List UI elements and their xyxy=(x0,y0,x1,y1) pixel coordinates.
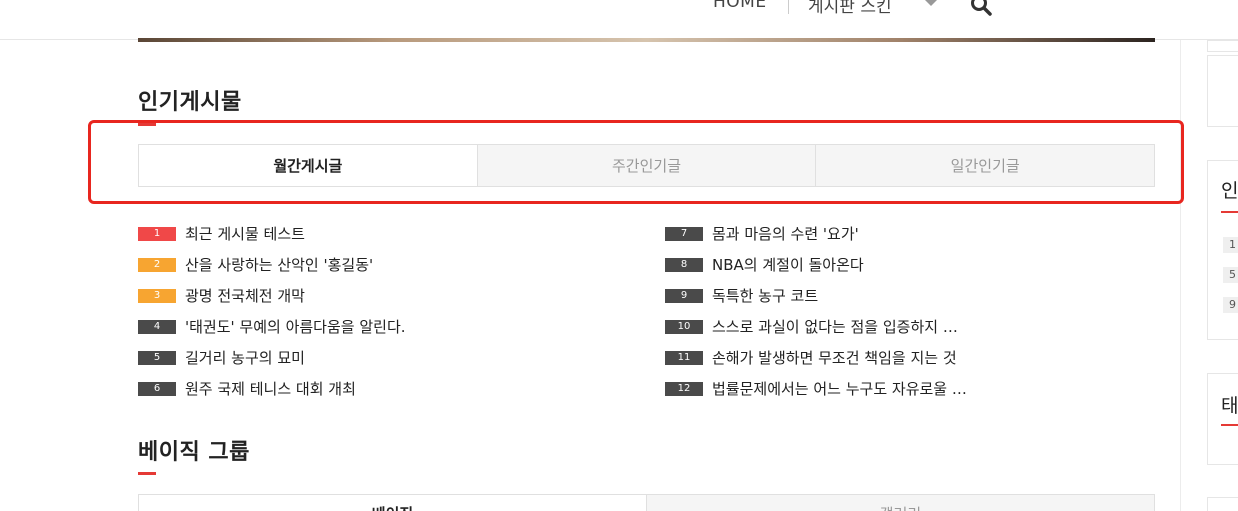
list-item[interactable]: 10 스스로 과실이 없다는 점을 입증하지 … xyxy=(665,311,1155,342)
sidebar-rank-badge: 1 xyxy=(1223,237,1238,253)
sidebar-widget-title: 태 xyxy=(1221,395,1238,417)
rank-badge: 11 xyxy=(665,350,703,365)
rank-badge: 12 xyxy=(665,381,703,396)
nav-board-skin-link[interactable]: 게시판 스킨 xyxy=(808,0,892,17)
list-item[interactable]: 7 몸과 마음의 수련 '요가' xyxy=(665,218,1155,249)
post-title[interactable]: 스스로 과실이 없다는 점을 입증하지 … xyxy=(712,316,958,337)
tab-basic[interactable]: 베이직 xyxy=(139,495,646,511)
rank-badge: 6 xyxy=(138,381,176,396)
popular-list-right: 7 몸과 마음의 수련 '요가' 8 NBA의 계절이 돌아온다 9 독특한 농… xyxy=(665,218,1155,404)
popular-tabs: 월간게시글 주간인기글 일간인기글 xyxy=(138,144,1155,187)
sidebar-widget-title: 인 xyxy=(1221,180,1238,202)
search-icon[interactable] xyxy=(970,0,992,16)
post-title[interactable]: NBA의 계절이 돌아온다 xyxy=(712,254,864,275)
sidebar-box xyxy=(1207,40,1238,52)
rank-badge: 10 xyxy=(665,319,703,334)
rank-badge: 5 xyxy=(138,350,176,365)
post-title[interactable]: 손해가 발생하면 무조건 책임을 지는 것 xyxy=(712,347,957,368)
list-item[interactable]: 1 최근 게시물 테스트 xyxy=(138,218,628,249)
list-item[interactable]: 4 '태권도' 무예의 아름다움을 알린다. xyxy=(138,311,628,342)
sidebar-box xyxy=(1207,55,1238,127)
sidebar-rank-badge: 5 xyxy=(1223,267,1238,283)
post-title[interactable]: 광명 전국체전 개막 xyxy=(185,285,305,306)
title-underline xyxy=(138,472,156,475)
rank-badge: 1 xyxy=(138,226,176,241)
rank-badge: 4 xyxy=(138,319,176,334)
post-title[interactable]: 독특한 농구 코트 xyxy=(712,285,818,306)
top-navbar: HOME 게시판 스킨 xyxy=(0,0,1238,40)
rank-badge: 3 xyxy=(138,288,176,303)
tab-monthly[interactable]: 월간게시글 xyxy=(139,145,477,186)
sidebar-tag-widget xyxy=(1207,373,1238,465)
post-title[interactable]: 몸과 마음의 수련 '요가' xyxy=(712,223,859,244)
list-item[interactable]: 3 광명 전국체전 개막 xyxy=(138,280,628,311)
rank-badge: 8 xyxy=(665,257,703,272)
post-title[interactable]: 산을 사랑하는 산악인 '홍길동' xyxy=(185,254,373,275)
list-item[interactable]: 11 손해가 발생하면 무조건 책임을 지는 것 xyxy=(665,342,1155,373)
post-title[interactable]: '태권도' 무예의 아름다움을 알린다. xyxy=(185,316,406,337)
basic-group-tabs: 베이직 갤러리 xyxy=(138,494,1155,511)
tab-daily[interactable]: 일간인기글 xyxy=(815,145,1155,186)
list-item[interactable]: 9 독특한 농구 코트 xyxy=(665,280,1155,311)
tab-gallery[interactable]: 갤러리 xyxy=(646,495,1154,511)
list-item[interactable]: 2 산을 사랑하는 산악인 '홍길동' xyxy=(138,249,628,280)
list-item[interactable]: 6 원주 국제 테니스 대회 개최 xyxy=(138,373,628,404)
nav-home-link[interactable]: HOME xyxy=(713,0,767,12)
title-underline xyxy=(1221,211,1238,213)
post-title[interactable]: 원주 국제 테니스 대회 개최 xyxy=(185,378,356,399)
basic-group-title: 베이직 그룹 xyxy=(138,440,250,465)
hero-image-bottom xyxy=(138,38,1155,42)
tab-weekly[interactable]: 주간인기글 xyxy=(476,145,816,186)
post-title[interactable]: 길거리 농구의 묘미 xyxy=(185,347,305,368)
sidebar-rank-badge: 9 xyxy=(1223,297,1238,313)
rank-badge: 7 xyxy=(665,226,703,241)
rank-badge: 9 xyxy=(665,288,703,303)
list-item[interactable]: 5 길거리 농구의 묘미 xyxy=(138,342,628,373)
rank-badge: 2 xyxy=(138,257,176,272)
nav-divider xyxy=(788,0,789,14)
title-underline xyxy=(1221,424,1238,426)
list-item[interactable]: 12 법률문제에서는 어느 누구도 자유로울 … xyxy=(665,373,1155,404)
title-underline xyxy=(138,123,156,126)
chevron-down-icon[interactable] xyxy=(925,0,937,6)
popular-list-left: 1 최근 게시물 테스트 2 산을 사랑하는 산악인 '홍길동' 3 광명 전국… xyxy=(138,218,628,404)
sidebar-box xyxy=(1207,497,1238,511)
list-item[interactable]: 8 NBA의 계절이 돌아온다 xyxy=(665,249,1155,280)
post-title[interactable]: 법률문제에서는 어느 누구도 자유로울 … xyxy=(712,378,967,399)
sidebar-divider xyxy=(1180,40,1181,511)
post-title[interactable]: 최근 게시물 테스트 xyxy=(185,223,305,244)
popular-posts-title: 인기게시물 xyxy=(138,90,242,115)
